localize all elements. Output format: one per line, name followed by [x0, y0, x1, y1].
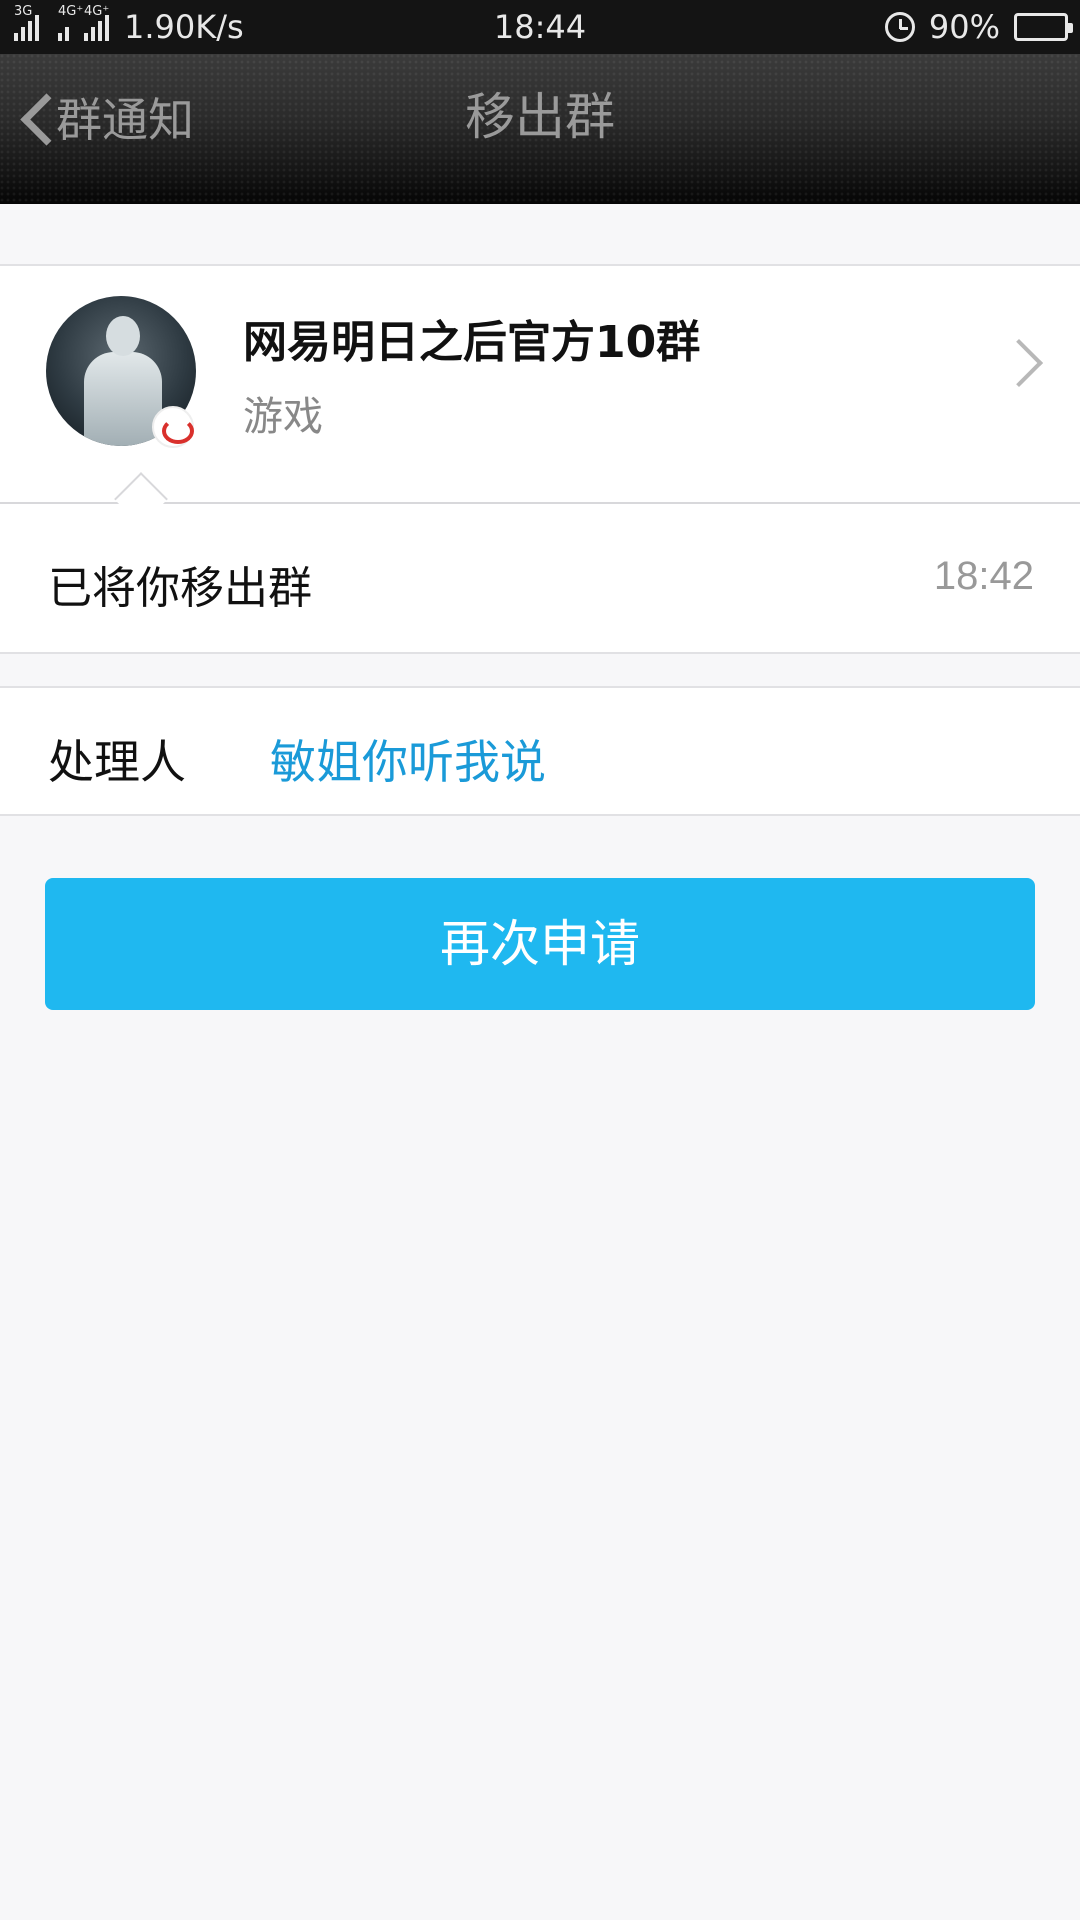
group-name: 网易明日之后官方10群	[243, 317, 701, 368]
chevron-right-icon	[994, 338, 1044, 388]
reapply-button[interactable]: 再次申请	[45, 878, 1035, 1010]
status-right: 90%	[884, 0, 1073, 54]
notice-row: 已将你移出群 18:42	[0, 472, 1080, 654]
group-category: 游戏	[243, 394, 323, 440]
title-bar: 群通知 移出群	[0, 54, 1080, 204]
status-bar: 3G 4G⁺ 4G⁺ 1.90K/s 18:44 90%	[0, 0, 1080, 54]
handler-label: 处理人	[48, 735, 186, 789]
notice-message: 已将你移出群	[48, 563, 312, 614]
group-card[interactable]: 网易明日之后官方10群 游戏	[0, 264, 1080, 502]
battery-percent: 90%	[928, 8, 1000, 46]
netease-logo-icon	[152, 406, 194, 448]
alarm-icon	[884, 12, 915, 42]
page-title: 移出群	[465, 88, 615, 146]
battery-icon	[1014, 13, 1073, 41]
avatar-silhouette-body	[84, 352, 162, 446]
notice-time: 18:42	[933, 554, 1034, 598]
avatar-silhouette-head	[106, 316, 140, 356]
handler-row: 处理人 敏姐你听我说	[0, 686, 1080, 816]
handler-name-link[interactable]: 敏姐你听我说	[270, 726, 546, 792]
